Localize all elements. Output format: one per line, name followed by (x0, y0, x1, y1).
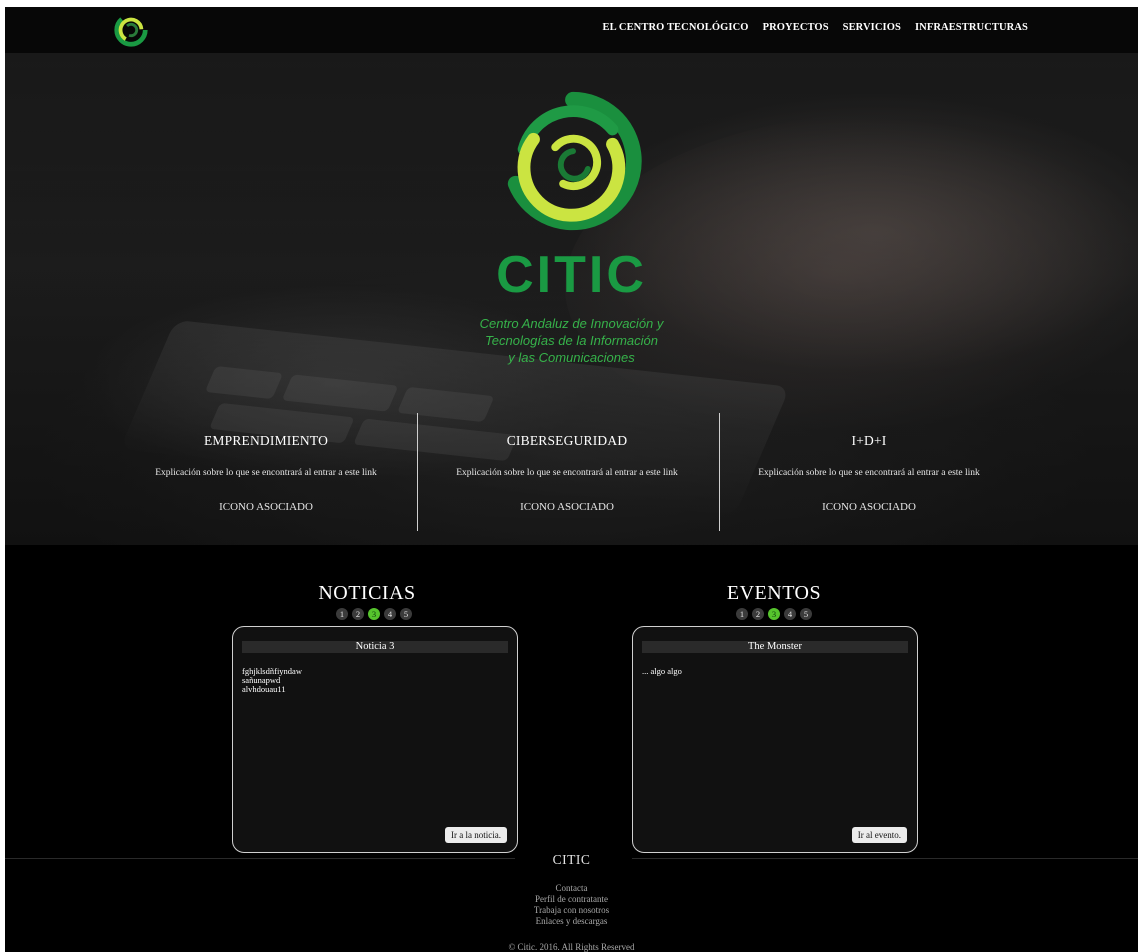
page: EL CENTRO TECNOLÓGICO PROYECTOS SERVICIO… (5, 7, 1138, 952)
hero-brand-title: CITIC (496, 246, 647, 304)
event-card: The Monster ... algo algo Ir al evento. (632, 626, 918, 853)
feature-icon-placeholder: ICONO ASOCIADO (822, 501, 916, 513)
news-pager: 1 2 3 4 5 (336, 608, 412, 620)
view-event-button[interactable]: Ir al evento. (851, 827, 907, 843)
feature-title: CIBERSEGURIDAD (506, 433, 628, 448)
nav-item-servicios[interactable]: SERVICIOS (843, 22, 901, 33)
events-pager: 1 2 3 4 5 (736, 608, 812, 620)
tagline-line: y las Comunicaciones (508, 350, 635, 365)
footer-link-enlaces[interactable]: Enlaces y descargas (5, 916, 1138, 927)
events-page-4[interactable]: 4 (784, 608, 796, 620)
news-page-4[interactable]: 4 (384, 608, 396, 620)
feature-description: Explicación sobre lo que se encontrará a… (155, 468, 377, 478)
citic-logo-icon[interactable] (112, 11, 150, 49)
tagline-line: Tecnologías de la Información (485, 333, 658, 348)
news-section-title: NOTICIAS (318, 582, 416, 604)
news-card: Noticia 3 fghjklsdñfiyndaw sañunapwd alv… (232, 626, 518, 853)
feature-title: I+D+I (851, 433, 887, 448)
footer-links: Contacta Perfil de contratante Trabaja c… (5, 883, 1138, 927)
news-page-1[interactable]: 1 (336, 608, 348, 620)
events-page-2[interactable]: 2 (752, 608, 764, 620)
footer-brand: CITIC (552, 852, 591, 867)
hero-tagline: Centro Andaluz de Innovación y Tecnologí… (5, 315, 1138, 366)
nav-item-proyectos[interactable]: PROYECTOS (763, 22, 829, 33)
feature-title: EMPRENDIMIENTO (203, 433, 329, 448)
read-news-button[interactable]: Ir a la noticia. (445, 827, 507, 843)
news-card-title: Noticia 3 (242, 641, 508, 653)
footer-link-perfil-contratante[interactable]: Perfil de contratante (5, 894, 1138, 905)
news-page-3[interactable]: 3 (368, 608, 380, 620)
events-section-title: EVENTOS (726, 582, 822, 604)
feature-description: Explicación sobre lo que se encontrará a… (758, 468, 980, 478)
news-page-5[interactable]: 5 (400, 608, 412, 620)
feature-idi[interactable]: I+D+I Explicación sobre lo que se encont… (718, 413, 1020, 533)
feature-icon-placeholder: ICONO ASOCIADO (219, 501, 313, 513)
feature-ciberseguridad[interactable]: CIBERSEGURIDAD Explicación sobre lo que … (416, 413, 718, 533)
nav-menu: EL CENTRO TECNOLÓGICO PROYECTOS SERVICIO… (603, 22, 1028, 33)
footer-link-trabaja[interactable]: Trabaja con nosotros (5, 905, 1138, 916)
feature-links: EMPRENDIMIENTO Explicación sobre lo que … (5, 413, 1138, 533)
feature-icon-placeholder: ICONO ASOCIADO (520, 501, 614, 513)
events-page-3[interactable]: 3 (768, 608, 780, 620)
nav-item-centro-tecnologico[interactable]: EL CENTRO TECNOLÓGICO (603, 22, 749, 33)
copyright-text: © Citic. 2016. All Rights Reserved (508, 942, 635, 952)
event-card-body: ... algo algo (642, 666, 682, 676)
footer-link-contacta[interactable]: Contacta (5, 883, 1138, 894)
feature-description: Explicación sobre lo que se encontrará a… (456, 468, 678, 478)
hero-banner: CITIC Centro Andaluz de Innovación y Tec… (5, 53, 1138, 545)
news-page-2[interactable]: 2 (352, 608, 364, 620)
events-page-1[interactable]: 1 (736, 608, 748, 620)
feature-emprendimiento[interactable]: EMPRENDIMIENTO Explicación sobre lo que … (115, 413, 417, 533)
tagline-line: Centro Andaluz de Innovación y (479, 316, 664, 331)
events-page-5[interactable]: 5 (800, 608, 812, 620)
citic-logo-icon (507, 91, 642, 231)
news-card-body: fghjklsdñfiyndaw sañunapwd alvhdouau11 (242, 666, 302, 694)
event-card-title: The Monster (642, 641, 908, 653)
top-nav: EL CENTRO TECNOLÓGICO PROYECTOS SERVICIO… (5, 7, 1138, 53)
nav-item-infraestructuras[interactable]: INFRAESTRUCTURAS (915, 22, 1028, 33)
